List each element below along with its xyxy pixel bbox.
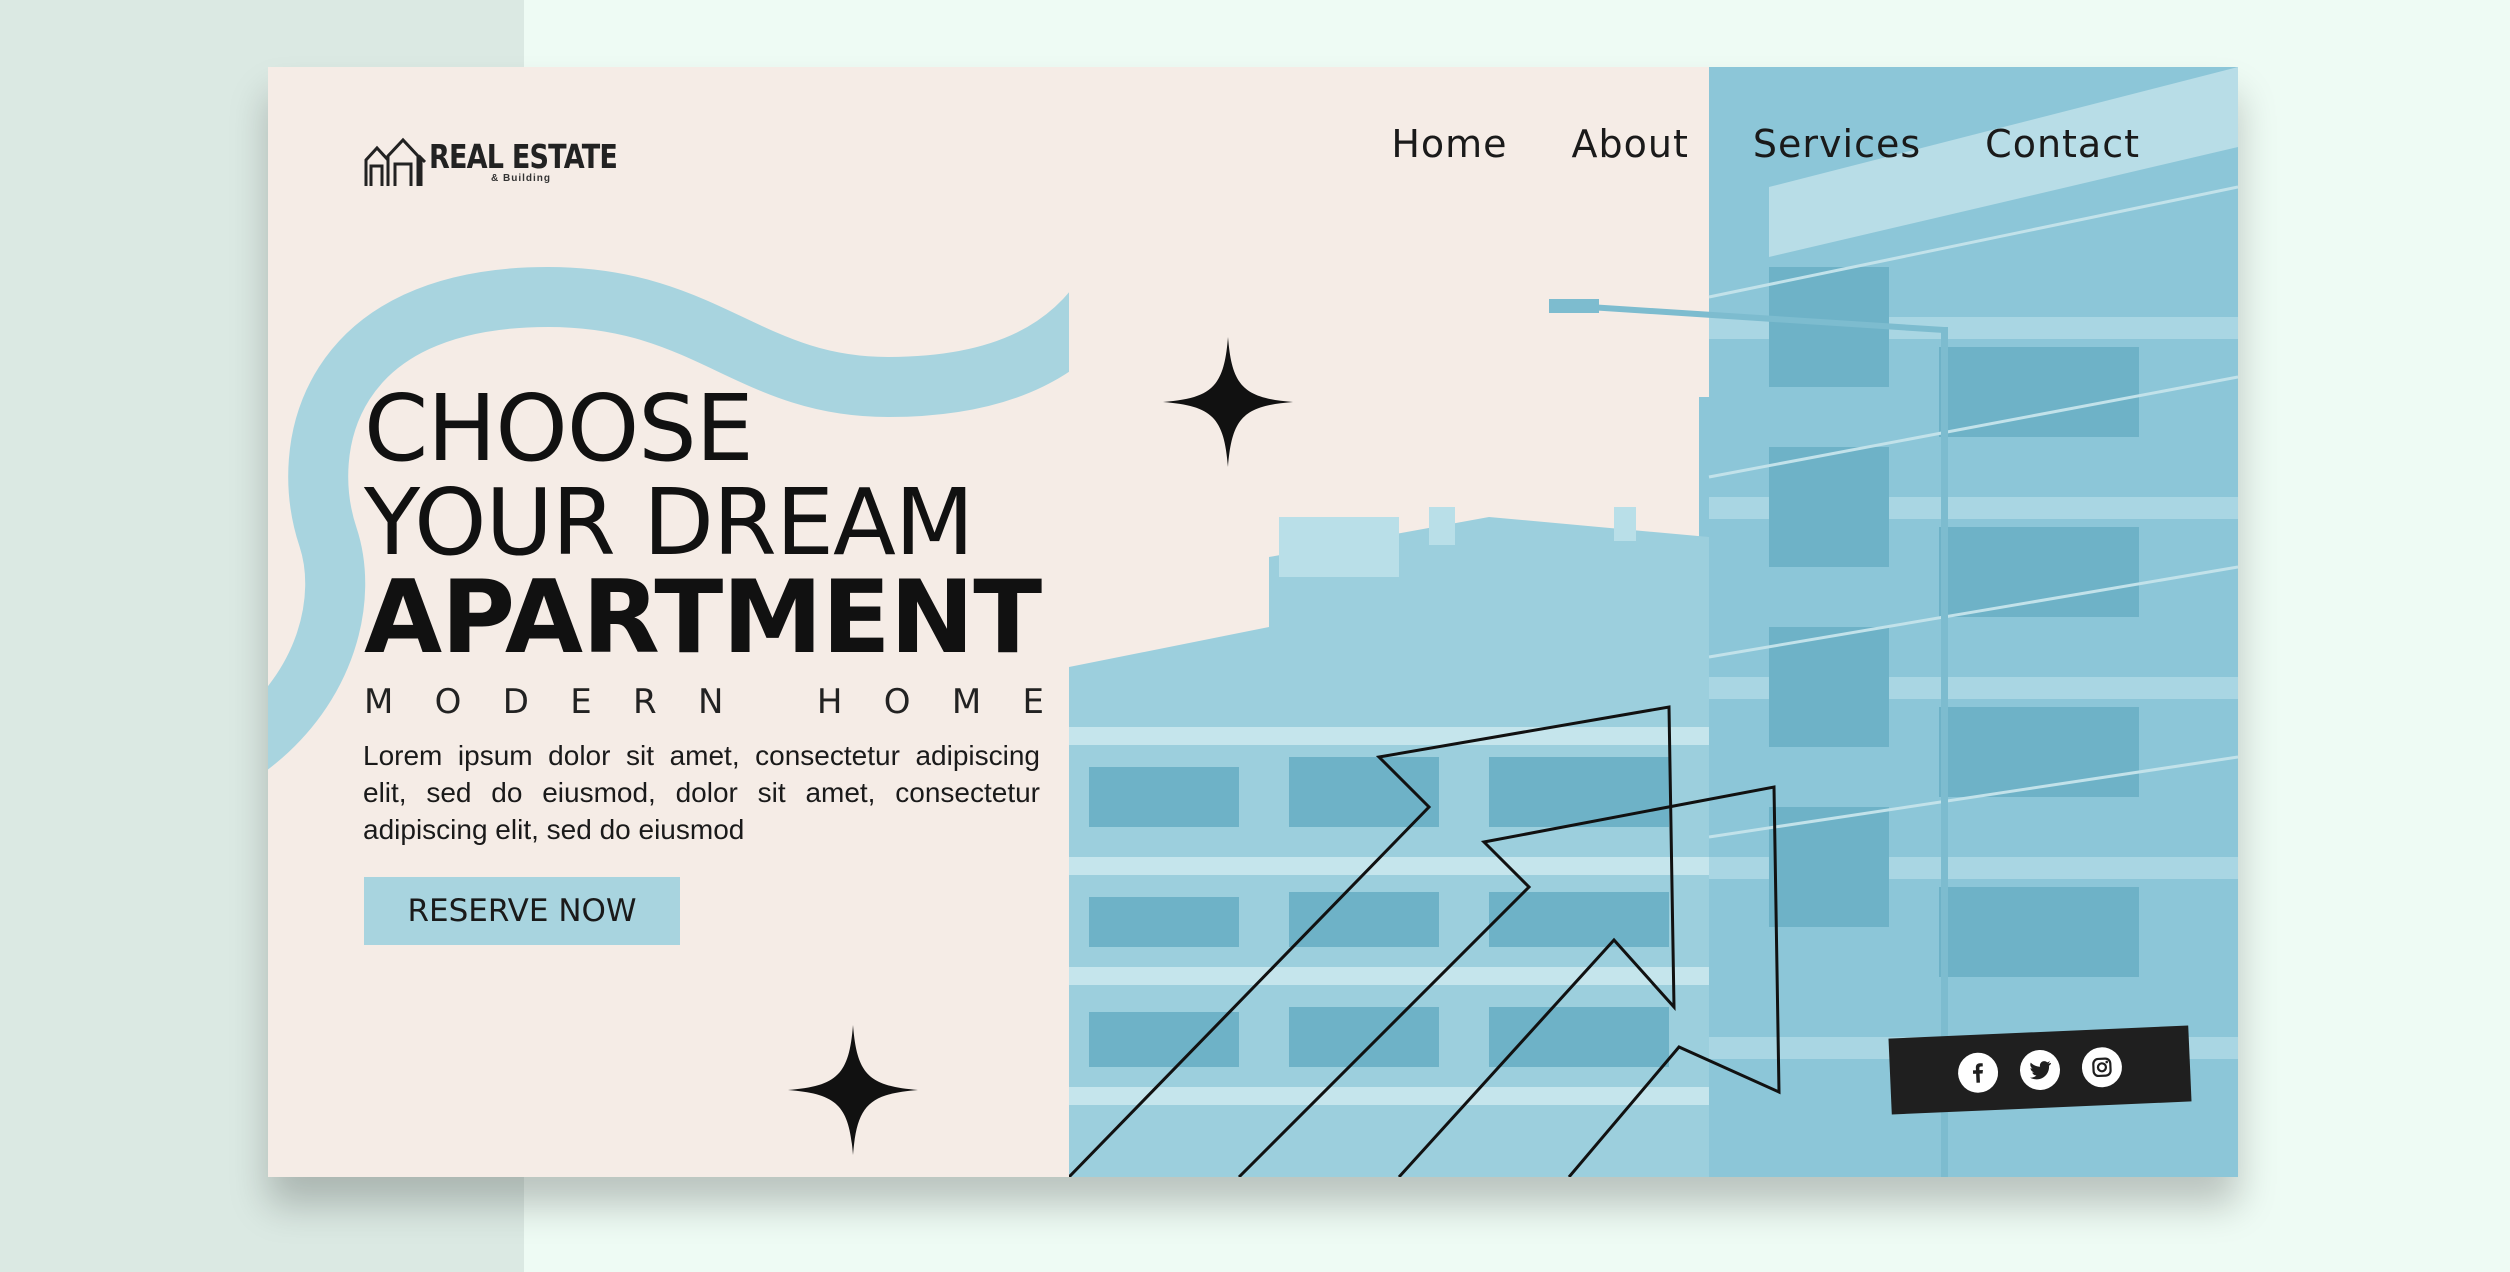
hero-subheading: MODERN HOME [364,682,1044,722]
headline-line-2: YOUR DREAM [364,469,974,576]
instagram-icon[interactable] [2081,1046,2123,1089]
subheading-letter: H [816,682,843,722]
subheading-letter: E [570,682,592,722]
sparkle-icon [788,1025,918,1155]
nav-home-link[interactable]: Home [1391,122,1507,166]
reserve-now-button[interactable]: RESERVE NOW [364,877,680,945]
nav-contact-link[interactable]: Contact [1985,122,2140,166]
headline-line-3: APARTMENT [364,558,1042,676]
subheading-letter: E [1022,682,1044,722]
hero-description: Lorem ipsum dolor sit amet, consectetur … [363,740,1040,845]
social-links-bar [1888,1025,2192,1115]
subheading-letter: M [951,682,982,722]
facebook-icon[interactable] [1957,1051,1999,1094]
subheading-letter: O [883,682,911,722]
house-logo-icon [364,137,427,186]
nav-about-link[interactable]: About [1572,122,1689,166]
main-nav: Home About Services Contact [1391,122,2140,166]
subheading-letter: O [434,682,462,722]
hero-headline: CHOOSE YOUR DREAM APARTMENT [364,375,1042,676]
subheading-letter: D [502,682,529,722]
logo-title: REAL ESTATE [429,137,618,176]
site-logo[interactable]: REAL ESTATE & Building [363,127,658,197]
subheading-letter: M [364,682,394,722]
growth-arrows-illustration [1069,705,1781,1177]
sparkle-icon [1163,337,1293,467]
twitter-icon[interactable] [2019,1049,2061,1091]
landing-page-card: REAL ESTATE & Building Home About Servic… [268,67,2238,1177]
headline-line-1: CHOOSE [364,375,754,482]
nav-services-link[interactable]: Services [1753,122,1921,166]
subheading-letter: R [633,682,657,722]
subheading-letter: N [697,682,724,722]
subheading-space [765,682,776,722]
